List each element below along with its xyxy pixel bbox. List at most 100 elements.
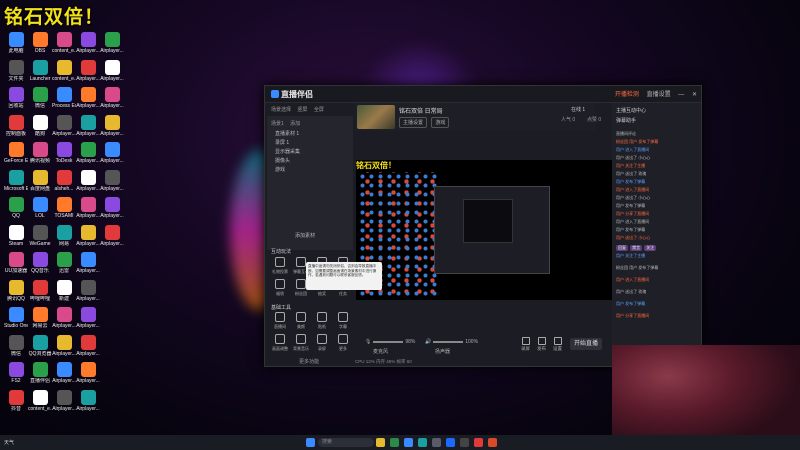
weather-widget[interactable]: 天气	[4, 439, 14, 446]
desktop-icon-label: Airplayer...	[100, 185, 124, 192]
tab-full[interactable]: 全屏	[314, 107, 324, 113]
setting-control[interactable]: 设置	[553, 337, 562, 352]
desktop-icon-label: 抖音	[10, 405, 21, 412]
stream-cover[interactable]	[357, 105, 395, 129]
scene-item[interactable]: 显示器采集	[275, 148, 300, 155]
desktop-icon-label: 控制面板	[5, 130, 26, 137]
tag-settings[interactable]: 主播设置	[399, 117, 428, 128]
live-companion-icon[interactable]	[474, 438, 483, 447]
scene-item[interactable]: 摄像头	[275, 157, 290, 164]
tool-button[interactable]: 贴纸	[313, 312, 331, 330]
more-features-link[interactable]: 更多功能	[299, 358, 319, 365]
desktop-icon[interactable]: content_e...	[28, 389, 52, 426]
stream-title[interactable]: 铭石双倍 日常局	[399, 106, 443, 115]
tool-button[interactable]: 礼物投票	[271, 257, 289, 275]
gear-icon	[553, 337, 562, 345]
scene-item[interactable]: 游戏	[275, 166, 285, 173]
record-control[interactable]: 录屏	[521, 337, 530, 352]
settings-button[interactable]: 直播设置	[647, 92, 671, 98]
mute-button[interactable]: 禁言	[630, 245, 643, 251]
desktop-icon[interactable]: Airplayer...	[76, 389, 100, 426]
tool-button[interactable]: 背景音乐	[292, 334, 310, 352]
desktop-icon[interactable]: 抖音	[4, 389, 28, 426]
app-icon	[104, 114, 120, 130]
chat-message: 用户 送出了 小心心	[616, 195, 696, 201]
tool-button[interactable]: 直播间	[271, 312, 289, 330]
app-icon[interactable]	[488, 438, 497, 447]
tool-button[interactable]: 美颜	[292, 312, 310, 330]
desktop-icon-label: Airplayer...	[76, 213, 100, 219]
app-icon	[8, 362, 24, 377]
desktop-icon[interactable]: Airplayer...	[52, 389, 76, 426]
speaker-volume[interactable]: 🔊 100%	[425, 339, 478, 345]
desktop-icon-label: Airplayer...	[76, 158, 100, 164]
app-icon	[80, 114, 96, 130]
desktop-icon-label: 直播伴侣	[29, 378, 50, 384]
close-icon[interactable]: ✕	[692, 92, 697, 98]
status-bar: CPU 12% 内存 45% 帧率 60	[355, 359, 412, 364]
app-icon	[56, 362, 72, 377]
file-explorer-icon[interactable]	[376, 438, 385, 447]
app-icon	[8, 197, 24, 212]
tool-button[interactable]: 字幕	[334, 312, 352, 330]
desktop-icon-label: OBS	[34, 48, 46, 54]
live-preview[interactable]: 铭石双倍！	[356, 160, 612, 300]
windows-start-icon[interactable]	[306, 438, 315, 447]
desktop-icon-label: Airplayer...	[76, 295, 100, 302]
desktop-icon-label: content_e...	[28, 405, 52, 412]
tool-label: 抽奖	[318, 291, 326, 296]
scene-item[interactable]: 录屏 1	[275, 139, 289, 146]
stream-tags: 主播设置 游戏	[399, 117, 452, 128]
app-icon	[80, 142, 96, 157]
speaker-volume-value: 100%	[465, 339, 479, 345]
start-live-button[interactable]: 开始直播	[570, 338, 602, 350]
app-icon	[80, 362, 96, 377]
title-bar: 直播伴侣 开播检测 直播设置 — ✕	[265, 86, 701, 103]
edge-icon[interactable]	[418, 438, 427, 447]
desktop-icon-label: QQ浏览器	[28, 350, 52, 357]
speaker-slider[interactable]	[433, 340, 464, 343]
taskbar-search[interactable]: 搜索	[318, 438, 374, 447]
mic-slider[interactable]	[373, 340, 404, 343]
app-icon	[56, 114, 72, 130]
app-icon[interactable]	[390, 438, 399, 447]
tab-scene[interactable]: 场景选择	[271, 107, 291, 113]
tool-label: 录屏	[318, 346, 326, 351]
tool-button[interactable]: 福袋	[271, 279, 289, 297]
tool-button[interactable]: 画面调整	[271, 334, 289, 352]
live-check-button[interactable]: 开播检测	[615, 92, 639, 98]
app-icon	[32, 389, 48, 405]
tool-label: 礼物投票	[272, 269, 288, 274]
minimize-icon[interactable]: —	[678, 92, 684, 98]
scene-tab-add[interactable]: 添加	[290, 121, 300, 127]
desktop-icon[interactable]: Airplayer...	[100, 224, 124, 261]
app-icon	[32, 307, 48, 322]
app-icon	[8, 224, 24, 240]
scene-item[interactable]: 直播素材 1	[275, 130, 299, 137]
desktop-icon-label: Airplayer...	[52, 350, 76, 357]
obs-icon[interactable]	[460, 438, 469, 447]
tool-button[interactable]: 更多	[334, 334, 352, 352]
mic-volume[interactable]: 🎙 98%	[365, 339, 415, 345]
add-source-button[interactable]: 添加素材	[295, 232, 315, 239]
app-icon	[80, 389, 96, 405]
scene-tab-1[interactable]: 场景1	[271, 121, 284, 127]
desktop-icon-label: QQ音乐	[31, 268, 49, 274]
app-icon	[56, 224, 72, 240]
app-icon[interactable]	[432, 438, 441, 447]
tool-icon	[338, 334, 348, 344]
app-icon[interactable]	[446, 438, 455, 447]
app-icon	[56, 87, 72, 102]
desktop-icon-label: 哔哩哔哩	[29, 295, 50, 302]
tab-vertical[interactable]: 竖屏	[297, 107, 307, 113]
tool-button[interactable]: 录屏	[313, 334, 331, 352]
tool-label: 画面调整	[272, 346, 288, 351]
publish-control[interactable]: 发布	[537, 337, 546, 352]
app-icon	[104, 59, 120, 75]
follow-button[interactable]: 关注	[644, 245, 657, 251]
tag-game[interactable]: 游戏	[431, 117, 450, 128]
app-icon	[8, 142, 24, 157]
desktop-icon-label: 回收站	[8, 103, 24, 109]
reply-button[interactable]: 回复	[616, 245, 628, 251]
browser-icon[interactable]	[404, 438, 413, 447]
